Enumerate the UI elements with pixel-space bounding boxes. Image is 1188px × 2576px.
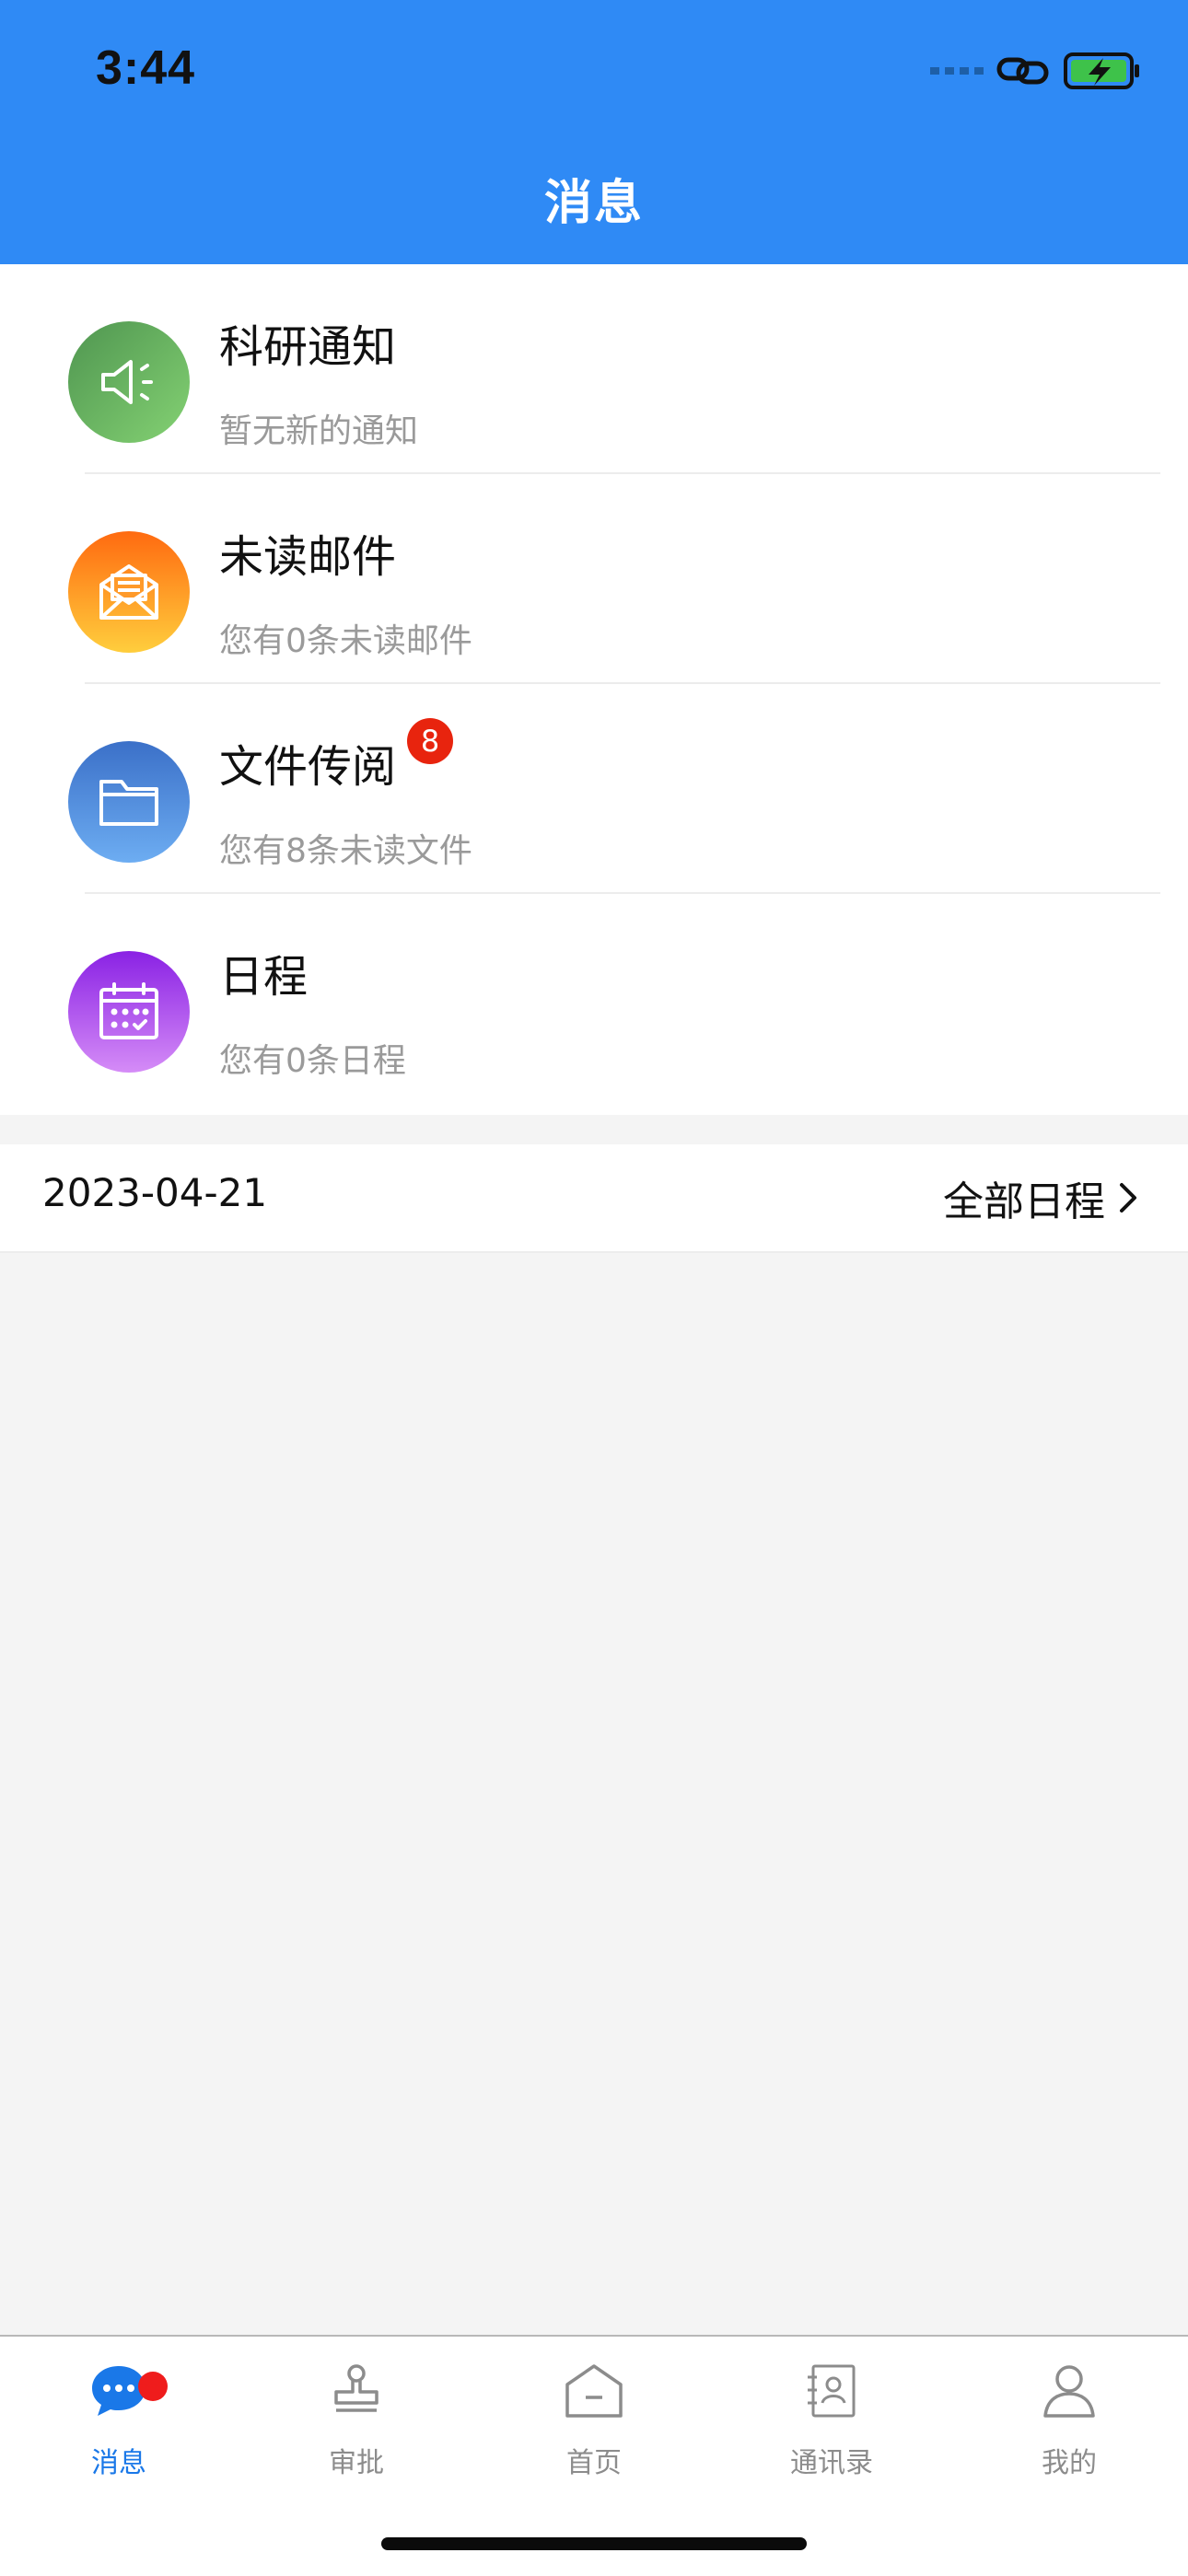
megaphone-icon — [68, 321, 190, 443]
link-icon — [996, 57, 1049, 85]
list-item-title: 未读邮件 — [219, 531, 397, 583]
battery-icon — [1064, 52, 1139, 89]
list-item-subtitle: 您有0条未读邮件 — [219, 622, 472, 660]
schedule-bar: 2023-04-21 全部日程 — [0, 1144, 1188, 1253]
list-item-title: 文件传阅 — [219, 741, 397, 793]
list-item-title: 日程 — [219, 951, 309, 1003]
mail-icon — [68, 531, 190, 653]
contacts-icon — [799, 2359, 864, 2423]
signal-icon — [930, 67, 984, 75]
all-schedule-link[interactable]: 全部日程 — [943, 1168, 1142, 1227]
message-list: 科研通知 暂无新的通知 未读邮件 您有0条未读邮件 文件传阅 您有8条未读文件 — [0, 264, 1188, 1115]
all-schedule-label: 全部日程 — [943, 1178, 1105, 1225]
home-icon — [562, 2359, 626, 2423]
status-time: 3:44 — [96, 41, 196, 95]
list-item-subtitle: 暂无新的通知 — [219, 412, 419, 450]
tab-label: 首页 — [566, 2447, 622, 2479]
tab-label: 消息 — [91, 2447, 146, 2479]
header: 3:44 消息 — [0, 0, 1188, 264]
tab-label: 我的 — [1042, 2447, 1097, 2479]
list-item-subtitle: 您有8条未读文件 — [219, 832, 472, 870]
tab-label: 审批 — [329, 2447, 384, 2479]
list-item-subtitle: 您有0条日程 — [219, 1042, 406, 1080]
tab-profile[interactable]: 我的 — [950, 2359, 1188, 2497]
list-item-file-circulation[interactable]: 文件传阅 您有8条未读文件 — [0, 684, 1188, 894]
tab-approval[interactable]: 审批 — [238, 2359, 475, 2497]
status-indicators — [930, 48, 1142, 94]
tab-messages[interactable]: 消息 — [0, 2359, 238, 2497]
chevron-right-icon — [1120, 1183, 1136, 1213]
list-item-schedule[interactable]: 日程 您有0条日程 — [0, 894, 1188, 1104]
tab-label: 通讯录 — [790, 2447, 873, 2479]
calendar-icon — [68, 951, 190, 1073]
home-indicator — [381, 2537, 807, 2550]
unread-badge: 8 — [407, 718, 453, 764]
schedule-date: 2023-04-21 — [42, 1170, 268, 1215]
stamp-icon — [324, 2359, 389, 2423]
folder-icon — [68, 741, 190, 863]
tab-contacts[interactable]: 通讯录 — [713, 2359, 950, 2497]
list-item-unread-mail[interactable]: 未读邮件 您有0条未读邮件 — [0, 474, 1188, 684]
tab-home[interactable]: 首页 — [475, 2359, 713, 2497]
notification-dot — [138, 2372, 168, 2401]
list-item-title: 科研通知 — [219, 321, 397, 373]
list-item-research-notice[interactable]: 科研通知 暂无新的通知 — [0, 264, 1188, 474]
page-title: 消息 — [543, 176, 644, 231]
profile-icon — [1037, 2359, 1101, 2423]
